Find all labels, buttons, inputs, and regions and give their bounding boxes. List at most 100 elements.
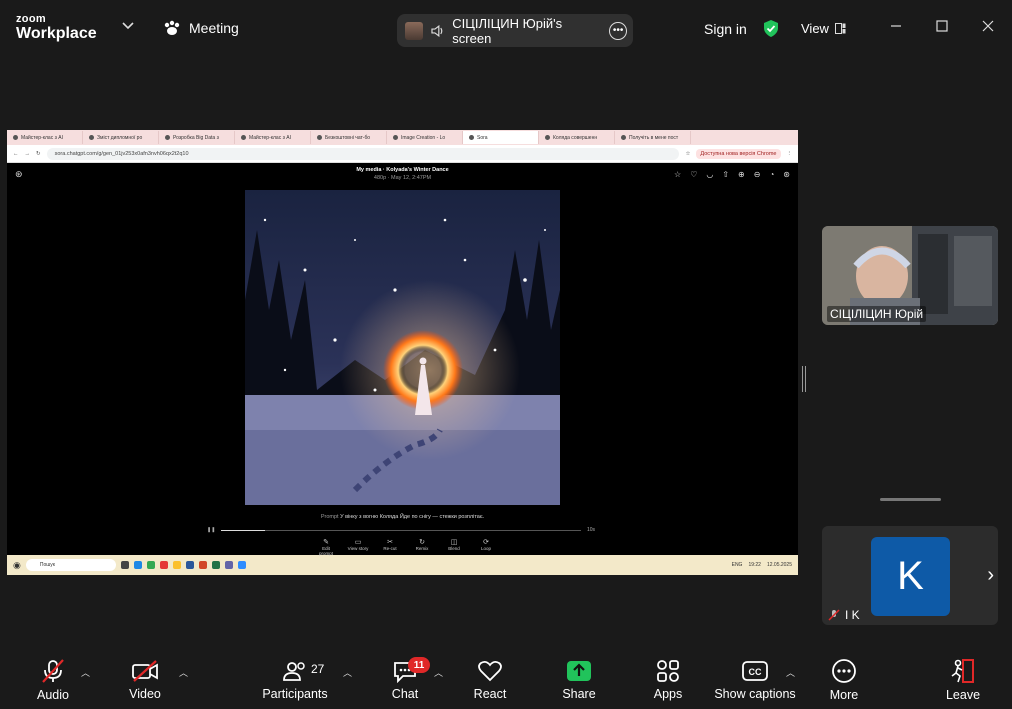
meeting-button[interactable]: Meeting	[163, 20, 239, 36]
minimize-icon[interactable]	[890, 20, 902, 32]
apps-label: Apps	[653, 686, 683, 701]
task-view-icon[interactable]	[120, 561, 129, 569]
sora-action-label: Blend	[448, 546, 460, 551]
avatar	[405, 21, 423, 40]
pause-icon[interactable]: ❚❚	[207, 527, 215, 533]
upload-icon[interactable]: ⇧	[722, 170, 729, 179]
react-label: React	[473, 686, 507, 701]
participants-options-caret-icon[interactable]: ︿	[343, 666, 352, 679]
video-player[interactable]	[245, 190, 560, 505]
video-options-caret-icon[interactable]: ︿	[179, 666, 188, 679]
captions-options-caret-icon[interactable]: ︿	[786, 666, 795, 679]
notification-icon[interactable]: ◔	[769, 170, 774, 179]
avatar: K	[871, 537, 950, 616]
apps-button[interactable]: Apps	[650, 650, 686, 709]
audio-button[interactable]: Audio	[33, 650, 73, 709]
chat-label: Chat	[391, 686, 419, 701]
url-field[interactable]: sora.chatgpt.com/g/gen_01jv253x0afn3nvh0…	[46, 147, 680, 160]
kebab-menu-icon[interactable]: ⋮	[787, 151, 793, 157]
start-icon[interactable]: ◉	[13, 560, 21, 571]
view-label: View	[801, 21, 829, 36]
react-button[interactable]: React	[471, 650, 509, 709]
powerpoint-icon[interactable]	[198, 561, 207, 569]
close-icon[interactable]	[982, 20, 994, 32]
tray-time[interactable]: 19:22	[748, 562, 761, 568]
tray-lang[interactable]: ENG	[732, 562, 743, 568]
sora-action-label: Loop	[480, 546, 491, 551]
participant-video-tile[interactable]: СІЦІЛІЦИН Юрій	[822, 226, 998, 325]
view-button[interactable]: View	[801, 21, 846, 36]
explorer-icon[interactable]	[172, 561, 181, 569]
sora-action-button[interactable]: ✂ Re-cut	[379, 538, 401, 556]
settings-icon[interactable]: ⊛	[783, 170, 790, 179]
browser-tab[interactable]: Розробка Big Data з	[159, 131, 235, 144]
taskbar-search-placeholder: Пошук	[39, 562, 55, 568]
chevron-right-icon[interactable]: ›	[987, 564, 994, 587]
more-options-icon[interactable]: •••	[609, 21, 627, 40]
video-button[interactable]: Video	[124, 650, 166, 709]
taskbar-search[interactable]: Пошук	[25, 559, 116, 571]
browser-tab[interactable]: Майстер-клас з AI	[7, 131, 83, 144]
sora-action-button[interactable]: ▭ View story	[347, 538, 369, 556]
logo-line1: zoom	[16, 13, 46, 25]
download-icon[interactable]: ⊕	[738, 170, 745, 179]
system-tray: ENG 19:22 12.05.2025	[732, 562, 792, 568]
sora-action-icons: ☆ ♡ ◡ ⇧ ⊕ ⊖ ◔ ⊛	[674, 170, 790, 179]
chat-options-caret-icon[interactable]: ︿	[434, 666, 443, 679]
shield-check-icon[interactable]	[762, 19, 780, 38]
star-icon[interactable]: ☆	[674, 170, 681, 179]
teams-icon[interactable]	[224, 561, 233, 569]
excel-icon[interactable]	[211, 561, 220, 569]
edge-icon[interactable]	[133, 561, 142, 569]
word-icon[interactable]	[185, 561, 194, 569]
browser-tab[interactable]: Майстер-клас з AI	[235, 131, 311, 144]
forward-icon[interactable]: →	[25, 151, 31, 157]
share-label: Share	[562, 686, 596, 701]
opera-icon[interactable]	[159, 561, 168, 569]
duration: 10s	[586, 527, 595, 533]
splitter-handle[interactable]	[802, 366, 806, 392]
dislike-icon[interactable]: ◡	[706, 170, 713, 179]
sora-action-button[interactable]: ⟳ Loop	[475, 538, 497, 556]
heart-icon[interactable]: ♡	[690, 170, 697, 179]
browser-tab[interactable]: Безкоштовні чат-бо	[311, 131, 387, 144]
more-icon[interactable]: ⊖	[754, 170, 761, 179]
heart-icon	[478, 660, 502, 681]
panel-divider[interactable]	[880, 498, 941, 501]
chevron-down-icon[interactable]	[121, 21, 135, 31]
browser-tab[interactable]: Sora	[463, 131, 539, 144]
share-screen-icon	[567, 660, 591, 681]
leave-button[interactable]: Leave	[945, 650, 981, 709]
more-button[interactable]: More	[826, 650, 862, 709]
browser-tab[interactable]: Получіть в мене пост	[615, 131, 691, 144]
sora-action-button[interactable]: ↻ Remix	[411, 538, 433, 556]
sora-action-button[interactable]: ✎ Edit prompt	[315, 538, 337, 556]
browser-tab[interactable]: Коляда совершенн	[539, 131, 615, 144]
audio-options-caret-icon[interactable]: ︿	[81, 666, 90, 679]
share-banner-text: СІЦІЛІЦИН Юрій's screen	[452, 15, 563, 46]
sora-action-button[interactable]: ◫ Blend	[443, 538, 465, 556]
participants-button[interactable]: Participants	[261, 650, 329, 709]
sora-action-label: Remix	[415, 546, 429, 551]
screen-share-banner[interactable]: СІЦІЛІЦИН Юрій's screen •••	[397, 14, 633, 47]
leave-label: Leave	[945, 687, 981, 702]
maximize-icon[interactable]	[936, 20, 948, 32]
tray-date[interactable]: 12.05.2025	[767, 562, 792, 568]
show-captions-button[interactable]: CC Show captions	[713, 650, 797, 709]
chrome-update-notice[interactable]: Доступна нова версія Chrome	[696, 148, 781, 159]
progress-track[interactable]	[221, 529, 581, 531]
zoom-taskbar-icon[interactable]	[237, 561, 246, 569]
back-icon[interactable]: ←	[13, 151, 19, 157]
browser-tab[interactable]: Image Creation - Lo	[387, 131, 463, 144]
chrome-icon[interactable]	[146, 561, 155, 569]
participant-avatar-tile[interactable]: K I K ›	[822, 526, 998, 625]
sign-in-button[interactable]: Sign in	[704, 21, 747, 37]
bookmark-icon[interactable]: ☆	[685, 151, 690, 157]
reload-icon[interactable]: ↻	[36, 151, 41, 157]
browser-tab[interactable]: Зміст дипломної ро	[83, 131, 159, 144]
share-button[interactable]: Share	[560, 650, 598, 709]
browser-tab-strip: Майстер-клас з AI Зміст дипломної ро Розро…	[7, 130, 798, 145]
participant-name: I K	[845, 608, 860, 622]
video-scrubber[interactable]: ❚❚ 10s	[207, 527, 595, 533]
layout-icon	[834, 23, 846, 34]
